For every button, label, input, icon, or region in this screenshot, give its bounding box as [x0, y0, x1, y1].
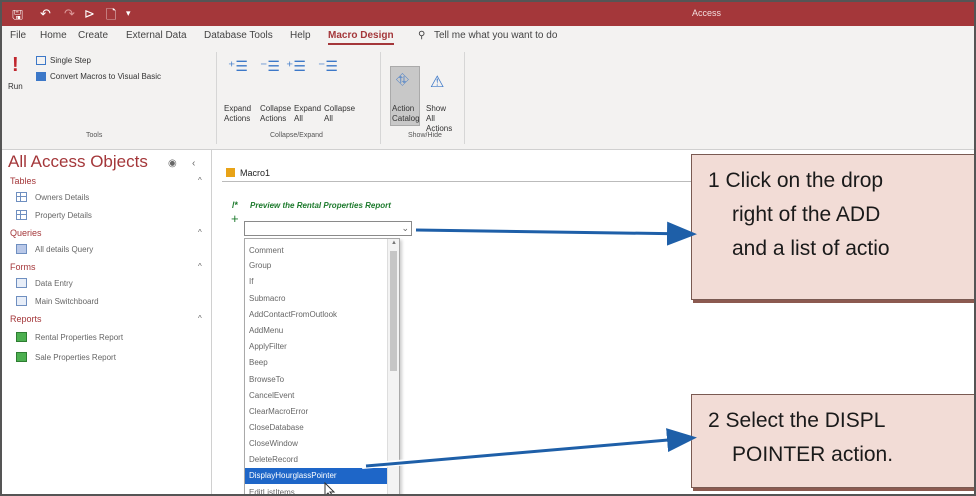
app-window: 🖫 ↶ ↷ ⊳ 🗋 ▾ Access File Home Create Exte…: [0, 0, 976, 496]
callout-arrows: [361, 221, 697, 469]
arrow-2: [365, 428, 697, 468]
